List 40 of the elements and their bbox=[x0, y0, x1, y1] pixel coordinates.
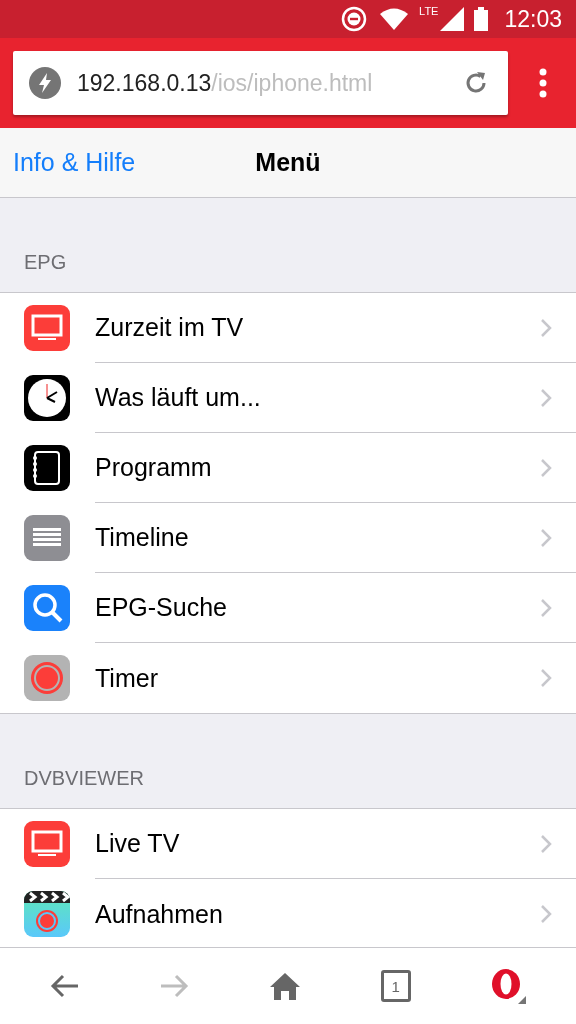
back-icon[interactable] bbox=[49, 973, 80, 999]
address-field[interactable]: 192.168.0.13/ios/iphone.html bbox=[13, 51, 508, 115]
menu-item[interactable]: Programm bbox=[0, 433, 576, 503]
notebook-icon bbox=[24, 445, 70, 491]
menu-item[interactable]: Aufnahmen bbox=[0, 879, 576, 947]
chevron-icon bbox=[540, 527, 552, 548]
chevron-icon bbox=[540, 457, 552, 478]
record-icon bbox=[24, 655, 70, 701]
menu-item[interactable]: Timeline bbox=[0, 503, 576, 573]
chevron-icon bbox=[540, 668, 552, 688]
chevron-icon bbox=[540, 317, 552, 338]
clapperboard-icon bbox=[24, 891, 70, 937]
home-icon[interactable] bbox=[269, 972, 301, 1000]
search-icon bbox=[24, 585, 70, 631]
network-label: LTE bbox=[419, 5, 439, 17]
chevron-icon bbox=[540, 904, 552, 924]
chevron-icon bbox=[540, 597, 552, 618]
menu-item[interactable]: EPG-Suche bbox=[0, 573, 576, 643]
tabs-button[interactable]: 1 bbox=[380, 970, 411, 1002]
tv-icon bbox=[24, 305, 70, 351]
info-link[interactable]: Info & Hilfe bbox=[13, 148, 136, 177]
wifi-icon bbox=[379, 6, 410, 32]
chevron-icon bbox=[540, 387, 552, 408]
tv-icon bbox=[24, 821, 70, 867]
chevron-icon bbox=[540, 833, 552, 854]
section-header: DVBVIEWER bbox=[24, 767, 145, 790]
battery-icon bbox=[474, 7, 489, 31]
signal-icon bbox=[440, 7, 465, 31]
menu-item[interactable]: Timer bbox=[0, 643, 576, 713]
section-header: EPG bbox=[24, 251, 67, 274]
clock-icon bbox=[24, 375, 70, 421]
clock-time: 12:03 bbox=[504, 5, 562, 33]
menu-item[interactable]: Was läuft um... bbox=[0, 363, 576, 433]
timeline-icon bbox=[24, 515, 70, 561]
menu-icon[interactable] bbox=[538, 68, 548, 98]
menu-item[interactable]: Live TV bbox=[0, 809, 576, 879]
menu-item[interactable]: Zurzeit im TV bbox=[0, 293, 576, 363]
lightning-icon bbox=[29, 67, 61, 99]
opera-logo-icon[interactable] bbox=[490, 968, 527, 1004]
page-title: Menü bbox=[255, 148, 321, 177]
